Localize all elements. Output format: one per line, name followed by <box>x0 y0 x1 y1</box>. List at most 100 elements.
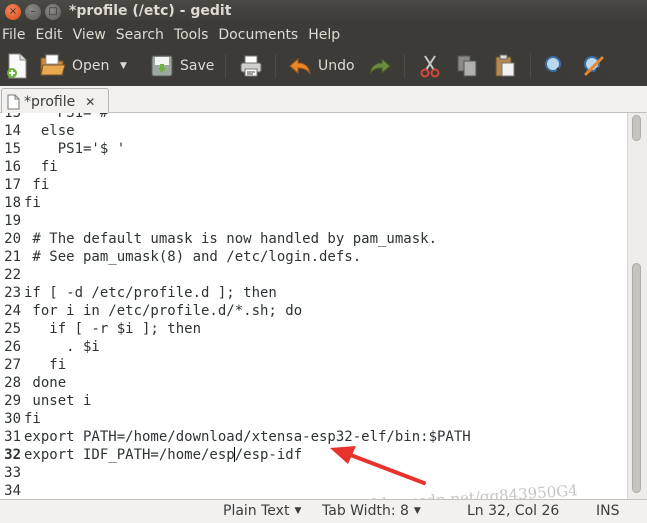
paste-icon <box>495 54 515 77</box>
line-number: 23 <box>4 285 21 301</box>
editor-line[interactable]: 21 # See pam_umask(8) and /etc/login.def… <box>0 248 627 266</box>
editor-line[interactable]: 13 PS1='# ' <box>0 113 627 122</box>
editor-line[interactable]: 24 for i in /etc/profile.d/*.sh; do <box>0 302 627 320</box>
menu-tools[interactable]: Tools <box>171 27 212 43</box>
editor-line[interactable]: 17 fi <box>0 176 627 194</box>
editor-line[interactable]: 32 export IDF_PATH=/home/esp/esp-idf <box>0 446 627 464</box>
scrollbar-thumb[interactable] <box>632 263 641 493</box>
text-after-cursor: /esp-idf <box>234 447 303 463</box>
editor-line[interactable]: 18 fi <box>0 194 627 212</box>
undo-label: Undo <box>318 58 355 74</box>
tab-close-icon[interactable]: ✕ <box>85 95 95 109</box>
editor-line[interactable]: 16 fi <box>0 158 627 176</box>
open-label: Open <box>72 58 110 74</box>
find-replace-button[interactable] <box>582 52 606 80</box>
new-document-button[interactable] <box>6 52 30 80</box>
line-text: PS1='# ' <box>24 113 126 121</box>
annotation-arrow <box>330 446 426 485</box>
menu-help[interactable]: Help <box>305 27 343 43</box>
maximize-icon: □ <box>48 6 58 17</box>
line-text: export IDF_PATH=/home/esp/esp-idf <box>21 446 302 464</box>
cursor-position: Ln 32, Col 26 <box>467 503 560 519</box>
copy-button[interactable] <box>456 52 478 80</box>
save-button[interactable]: Save <box>150 52 214 80</box>
line-number: 29 <box>4 393 21 409</box>
line-number: 31 <box>4 429 21 445</box>
editor-line[interactable]: 22 <box>0 266 627 284</box>
editor-line[interactable]: 20 # The default umask is now handled by… <box>0 230 627 248</box>
editor-line[interactable]: 26 . $i <box>0 338 627 356</box>
document-tab-bar: *profile ✕ <box>0 86 647 114</box>
editor-line[interactable]: 31 export PATH=/home/download/xtensa-esp3… <box>0 428 627 446</box>
line-number: 22 <box>4 267 21 283</box>
scrollbar-upper-segment[interactable] <box>632 115 641 141</box>
line-text <box>21 266 24 284</box>
editor-line[interactable]: 23 if [ -d /etc/profile.d ]; then <box>0 284 627 302</box>
line-text: done <box>24 375 67 391</box>
editor-line[interactable]: 25 if [ -r $i ]; then <box>0 320 627 338</box>
tab-profile[interactable]: *profile ✕ <box>1 88 109 114</box>
toolbar-separator <box>225 54 226 78</box>
line-number: 24 <box>4 303 21 319</box>
line-number: 21 <box>4 249 21 265</box>
paste-button[interactable] <box>494 52 516 80</box>
line-number: 34 <box>4 483 21 499</box>
line-text <box>21 464 24 482</box>
editor-line[interactable]: 15 PS1='$ ' <box>0 140 627 158</box>
line-number: 26 <box>4 339 21 355</box>
editor-line[interactable]: 29 unset i <box>0 392 627 410</box>
chevron-down-icon: ▼ <box>120 61 127 71</box>
undo-button[interactable]: Undo <box>288 52 355 80</box>
line-text: fi <box>24 357 67 373</box>
scissors-icon <box>420 55 440 78</box>
editor-line[interactable]: 14 else <box>0 122 627 140</box>
line-number: 33 <box>4 465 21 481</box>
open-button[interactable]: Open <box>40 52 109 80</box>
line-text <box>21 212 24 230</box>
line-number: 13 <box>4 113 21 121</box>
cut-button[interactable] <box>419 52 441 80</box>
undo-icon <box>289 57 311 75</box>
redo-icon <box>369 57 391 75</box>
line-number: 27 <box>4 357 21 373</box>
menu-documents[interactable]: Documents <box>215 27 301 43</box>
redo-button[interactable] <box>368 52 392 80</box>
line-number: 32 <box>4 447 21 463</box>
editor-line[interactable]: 19 <box>0 212 627 230</box>
document-icon <box>7 94 20 109</box>
print-button[interactable] <box>239 52 263 80</box>
menu-file[interactable]: File <box>0 27 28 43</box>
line-text: fi <box>24 195 41 211</box>
find-button[interactable] <box>543 52 567 80</box>
tab-width-label: Tab Width: 8 <box>322 503 409 519</box>
minimize-window-button[interactable]: – <box>25 4 41 20</box>
tab-label: *profile <box>24 93 76 110</box>
find-replace-icon <box>584 56 606 78</box>
maximize-window-button[interactable]: □ <box>45 4 61 20</box>
toolbar: Open ▼ Save Undo <box>0 46 647 86</box>
line-text: if [ -r $i ]; then <box>24 321 202 337</box>
line-number: 15 <box>4 141 21 157</box>
close-window-button[interactable]: × <box>5 4 21 20</box>
line-text: for i in /etc/profile.d/*.sh; do <box>24 303 303 319</box>
editor-line[interactable]: 28 done <box>0 374 627 392</box>
insert-mode: INS <box>596 503 620 519</box>
menu-edit[interactable]: Edit <box>32 27 65 43</box>
line-number: 20 <box>4 231 21 247</box>
menu-view[interactable]: View <box>70 27 109 43</box>
editor-line[interactable]: 27 fi <box>0 356 627 374</box>
editor-line[interactable]: 33 <box>0 464 627 482</box>
editor-line[interactable]: 30 fi <box>0 410 627 428</box>
language-label: Plain Text <box>223 503 290 519</box>
tab-width-selector[interactable]: Tab Width: 8 ▼ <box>322 503 421 519</box>
open-recent-dropdown[interactable]: ▼ <box>120 52 127 80</box>
line-number: 18 <box>4 195 21 211</box>
line-text: fi <box>24 159 58 175</box>
line-number: 17 <box>4 177 21 193</box>
text-editor[interactable]: 13 PS1='# ' 14 else 15 PS1='$ ' 16 fi 17 fi 1… <box>0 113 627 499</box>
language-selector[interactable]: Plain Text ▼ <box>223 503 301 519</box>
menu-search[interactable]: Search <box>113 27 167 43</box>
vertical-scrollbar[interactable] <box>627 113 647 499</box>
window-title: *profile (/etc) - gedit <box>69 3 232 19</box>
line-text: if [ -d /etc/profile.d ]; then <box>24 285 277 301</box>
